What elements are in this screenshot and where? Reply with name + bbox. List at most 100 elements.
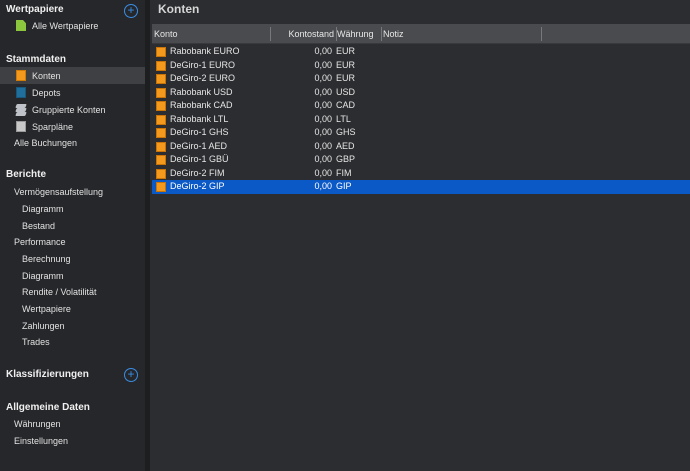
account-icon bbox=[156, 141, 166, 152]
sidebar: Wertpapiere + Alle Wertpapiere Stammdate… bbox=[0, 0, 145, 471]
column-header-kontostand[interactable]: Kontostand bbox=[272, 24, 334, 44]
cell-konto: DeGiro-1 GBÜ bbox=[170, 154, 229, 164]
cell-waehrung: LTL bbox=[336, 113, 351, 124]
cell-waehrung: GIP bbox=[336, 181, 352, 191]
cell-kontostand: 0,00 bbox=[314, 73, 332, 83]
sidebar-item-vermoegensaufstellung[interactable]: Vermögensaufstellung bbox=[0, 183, 145, 200]
column-separator[interactable] bbox=[381, 27, 382, 41]
sidebar-item-label: Diagramm bbox=[22, 203, 64, 214]
sidebar-item-label: Bestand bbox=[22, 220, 56, 231]
cell-konto: Rabobank USD bbox=[170, 86, 233, 97]
column-header-waehrung[interactable]: Währung bbox=[337, 24, 374, 44]
sidebar-item-label: Wertpapiere bbox=[22, 303, 71, 314]
accounts-table: Konto Kontostand Währung Notiz Rabobank … bbox=[152, 24, 690, 194]
depot-icon bbox=[16, 87, 26, 98]
account-icon bbox=[156, 74, 166, 84]
sidebar-item-label: Depots bbox=[32, 87, 61, 98]
sidebar-item-label: Rendite / Volatilität bbox=[22, 286, 97, 297]
cell-konto: DeGiro-1 GHS bbox=[170, 127, 229, 137]
add-wertpapiere-button[interactable]: + bbox=[124, 4, 138, 18]
sidebar-item-label: Währungen bbox=[14, 418, 61, 429]
cell-konto: DeGiro-2 EURO bbox=[170, 73, 236, 83]
sidebar-item-gruppierte-konten[interactable]: Gruppierte Konten bbox=[0, 101, 145, 118]
column-separator[interactable] bbox=[270, 27, 271, 41]
sidebar-item-label: Vermögensaufstellung bbox=[14, 186, 104, 197]
account-icon bbox=[16, 70, 26, 81]
column-separator[interactable] bbox=[541, 27, 542, 41]
sidebar-item-label: Einstellungen bbox=[14, 435, 69, 446]
account-icon bbox=[156, 182, 166, 192]
account-icon bbox=[156, 47, 166, 57]
sidebar-item-performance-diagramm[interactable]: Diagramm bbox=[0, 267, 145, 284]
sidebar-item-label: Diagramm bbox=[22, 270, 64, 281]
section-title-klassifizierungen: Klassifizierungen bbox=[6, 369, 89, 380]
table-row[interactable]: DeGiro-2 FIM 0,00 FIM bbox=[152, 167, 690, 181]
cell-waehrung: GBP bbox=[336, 154, 356, 164]
account-icon bbox=[156, 114, 166, 125]
sidebar-item-alle-wertpapiere[interactable]: Alle Wertpapiere bbox=[0, 17, 145, 34]
cell-konto: DeGiro-1 EURO bbox=[170, 59, 236, 70]
cell-waehrung: AED bbox=[336, 140, 355, 151]
cell-waehrung: EUR bbox=[336, 73, 356, 83]
table-row[interactable]: DeGiro-1 AED 0,00 AED bbox=[152, 140, 690, 154]
sidebar-item-wertpapiere[interactable]: Wertpapiere bbox=[0, 300, 145, 317]
sidebar-item-label: Alle Wertpapiere bbox=[32, 20, 99, 31]
table-row[interactable]: Rabobank LTL 0,00 LTL bbox=[152, 113, 690, 127]
cell-kontostand: 0,00 bbox=[314, 154, 332, 164]
table-row[interactable]: Rabobank CAD 0,00 CAD bbox=[152, 99, 690, 113]
sidebar-item-einstellungen[interactable]: Einstellungen bbox=[0, 432, 145, 449]
account-icon bbox=[156, 101, 166, 111]
cell-waehrung: EUR bbox=[336, 59, 356, 70]
table-body: Rabobank EURO 0,00 EUR DeGiro-1 EURO 0,00 EUR… bbox=[152, 44, 690, 194]
sidebar-item-trades[interactable]: Trades bbox=[0, 333, 145, 350]
page-title: Konten bbox=[158, 2, 200, 16]
table-row[interactable]: DeGiro-2 GIP 0,00 GIP bbox=[152, 180, 690, 194]
sidebar-item-label: Berechnung bbox=[22, 253, 71, 264]
section-title-berichte: Berichte bbox=[6, 169, 47, 180]
sidebar-item-depots[interactable]: Depots bbox=[0, 84, 145, 101]
sidebar-item-label: Zahlungen bbox=[22, 320, 65, 331]
cell-waehrung: GHS bbox=[336, 127, 356, 137]
section-title-allgemeine-daten: Allgemeine Daten bbox=[6, 402, 90, 413]
column-header-konto[interactable]: Konto bbox=[154, 24, 178, 44]
table-row[interactable]: Rabobank EURO 0,00 EUR bbox=[152, 45, 690, 59]
cell-kontostand: 0,00 bbox=[314, 167, 332, 178]
cell-kontostand: 0,00 bbox=[314, 127, 332, 137]
account-icon bbox=[156, 128, 166, 138]
cell-konto: Rabobank LTL bbox=[170, 113, 229, 124]
add-klassifizierung-button[interactable]: + bbox=[124, 368, 138, 382]
sidebar-item-diagramm[interactable]: Diagramm bbox=[0, 200, 145, 217]
account-icon bbox=[156, 155, 166, 165]
sidebar-item-waehrungen[interactable]: Währungen bbox=[0, 415, 145, 432]
sidebar-item-alle-buchungen[interactable]: Alle Buchungen bbox=[0, 134, 145, 151]
cell-konto: Rabobank CAD bbox=[170, 100, 233, 110]
sidebar-item-label: Konten bbox=[32, 70, 61, 81]
sidebar-item-konten[interactable]: Konten bbox=[0, 67, 145, 84]
sidebar-item-performance[interactable]: Performance bbox=[0, 233, 145, 250]
cell-kontostand: 0,00 bbox=[314, 86, 332, 97]
main-panel: Konten Konto Kontostand Währung Notiz Ra… bbox=[150, 0, 690, 471]
table-row[interactable]: DeGiro-2 EURO 0,00 EUR bbox=[152, 72, 690, 86]
sidebar-item-rendite-volatilitaet[interactable]: Rendite / Volatilität bbox=[0, 283, 145, 300]
cell-kontostand: 0,00 bbox=[314, 59, 332, 70]
table-row[interactable]: Rabobank USD 0,00 USD bbox=[152, 86, 690, 100]
sidebar-item-label: Gruppierte Konten bbox=[32, 104, 106, 115]
table-row[interactable]: DeGiro-1 GHS 0,00 GHS bbox=[152, 126, 690, 140]
sheet-icon bbox=[16, 20, 26, 31]
sidebar-item-bestand[interactable]: Bestand bbox=[0, 217, 145, 234]
sidebar-item-label: Sparpläne bbox=[32, 121, 74, 132]
sidebar-item-sparplaene[interactable]: Sparpläne bbox=[0, 118, 145, 135]
sidebar-item-berechnung[interactable]: Berechnung bbox=[0, 250, 145, 267]
cell-waehrung: CAD bbox=[336, 100, 356, 110]
cell-konto: DeGiro-1 AED bbox=[170, 140, 228, 151]
cell-kontostand: 0,00 bbox=[314, 140, 332, 151]
table-row[interactable]: DeGiro-1 EURO 0,00 EUR bbox=[152, 59, 690, 73]
sidebar-item-label: Performance bbox=[14, 236, 66, 247]
cell-konto: DeGiro-2 GIP bbox=[170, 181, 225, 191]
sidebar-item-label: Alle Buchungen bbox=[14, 137, 78, 148]
table-row[interactable]: DeGiro-1 GBÜ 0,00 GBP bbox=[152, 153, 690, 167]
cell-waehrung: FIM bbox=[336, 167, 352, 178]
cell-konto: Rabobank EURO bbox=[170, 46, 240, 56]
sidebar-item-zahlungen[interactable]: Zahlungen bbox=[0, 317, 145, 334]
column-header-notiz[interactable]: Notiz bbox=[383, 24, 404, 44]
